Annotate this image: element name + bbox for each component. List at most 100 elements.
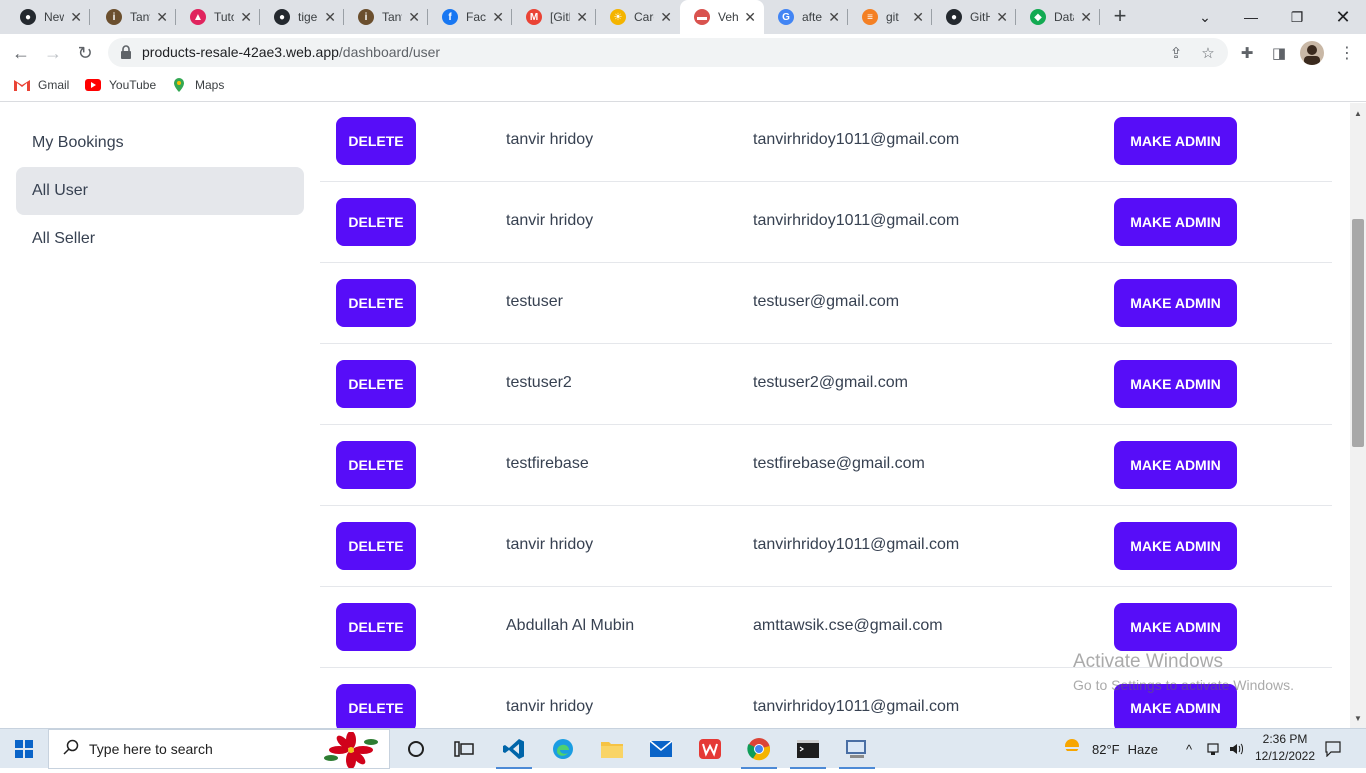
tab-close-icon[interactable]: ✕ [744,9,756,26]
bookmark-star-icon[interactable]: ☆ [1198,43,1218,63]
delete-button[interactable]: DELETE [336,603,416,651]
browser-tab[interactable]: ☀ Care ✕ [596,0,680,34]
delete-button[interactable]: DELETE [336,522,416,570]
tab-close-icon[interactable]: ✕ [828,9,840,26]
tab-title: Tanvir [130,10,150,24]
tab-separator [931,9,932,25]
tab-close-icon[interactable]: ✕ [156,9,168,26]
make-admin-button[interactable]: MAKE ADMIN [1114,441,1237,489]
reload-button[interactable]: ↻ [72,40,98,66]
make-admin-button[interactable]: MAKE ADMIN [1114,279,1237,327]
tab-close-icon[interactable]: ✕ [1080,9,1092,26]
tab-close-icon[interactable]: ✕ [492,9,504,26]
bookmark-maps[interactable]: Maps [171,77,224,93]
tab-title: Care [634,10,654,24]
scroll-up-icon[interactable]: ▲ [1350,105,1366,121]
browser-tab[interactable]: ≡ git ✕ [848,0,932,34]
taskbar-terminal[interactable] [784,729,832,769]
make-admin-button[interactable]: MAKE ADMIN [1114,360,1237,408]
tab-close-icon[interactable]: ✕ [996,9,1008,26]
sidebar-item-all-user[interactable]: All User [16,167,304,215]
make-admin-button[interactable]: MAKE ADMIN [1114,117,1237,165]
taskbar-edge[interactable] [539,729,587,769]
browser-tab[interactable]: ▲ Tutorial ✕ [176,0,260,34]
user-email: tanvirhridoy1011@gmail.com [753,698,960,715]
tab-close-icon[interactable]: ✕ [240,9,252,26]
tab-close-icon[interactable]: ✕ [408,9,420,26]
new-tab-button[interactable]: + [1108,3,1132,28]
sidebar-item-all-seller[interactable]: All Seller [16,215,304,263]
network-icon[interactable] [1202,729,1224,769]
browser-tab[interactable]: f Facebook ✕ [428,0,512,34]
delete-button[interactable]: DELETE [336,441,416,489]
scroll-down-icon[interactable]: ▼ [1350,710,1366,726]
network-computer-icon [846,740,866,758]
forward-button[interactable]: → [40,40,66,66]
avatar[interactable] [1300,41,1324,65]
taskbar-vscode[interactable] [490,729,538,769]
tab-close-icon[interactable]: ✕ [70,9,82,26]
user-email: tanvirhridoy1011@gmail.com [753,536,960,553]
url-text[interactable]: products-resale-42ae3.web.app/dashboard/… [142,44,440,60]
tab-close-icon[interactable]: ✕ [576,9,588,26]
volume-icon[interactable] [1226,729,1248,769]
share-icon[interactable]: ⇪ [1166,43,1186,63]
github-icon: ● [946,9,962,25]
browser-tab[interactable]: i Tanvir ✕ [92,0,176,34]
lock-icon[interactable] [120,45,132,64]
side-panel-icon[interactable]: ◨ [1268,42,1290,64]
start-button[interactable] [0,729,48,769]
chevron-up-icon[interactable]: ^ [1178,729,1200,769]
close-window-button[interactable]: ✕ [1320,0,1366,34]
browser-tab[interactable]: ● tiger ✕ [260,0,344,34]
browser-toolbar: ← → ↻ products-resale-42ae3.web.app/dash… [0,34,1366,71]
watermark-title: Activate Windows [1073,651,1223,672]
notifications-icon[interactable] [1320,729,1346,769]
maximize-button[interactable]: ❐ [1274,0,1320,34]
widgets-button[interactable] [440,729,488,769]
system-clock[interactable]: 2:36 PM 12/12/2022 [1250,731,1320,765]
sidebar-item-my-bookings[interactable]: My Bookings [16,119,304,167]
browser-tab[interactable]: Gafter ✕ [764,0,848,34]
delete-button[interactable]: DELETE [336,279,416,327]
tab-search-button[interactable]: ⌄ [1182,0,1228,34]
extensions-icon[interactable]: ✚ [1236,42,1258,64]
taskbar-network-app[interactable] [833,729,881,769]
address-bar[interactable]: products-resale-42ae3.web.app/dashboard/… [108,38,1228,67]
scrollbar-thumb[interactable] [1352,219,1364,447]
delete-button[interactable]: DELETE [336,117,416,165]
back-button[interactable]: ← [8,40,34,66]
taskbar-chrome[interactable] [735,729,783,769]
page-scrollbar[interactable]: ▲ ▼ [1350,103,1366,728]
tab-close-icon[interactable]: ✕ [660,9,672,26]
taskbar-search[interactable]: Type here to search [48,729,390,769]
tab-close-icon[interactable]: ✕ [912,9,924,26]
car-icon: ▬ [694,9,710,25]
mongodb-icon: ◆ [1030,9,1046,25]
bookmark-youtube[interactable]: YouTube [85,77,156,93]
delete-button[interactable]: DELETE [336,684,416,728]
menu-icon[interactable]: ⋮ [1336,42,1358,64]
weather-widget[interactable]: 82°F Haze [1060,729,1158,769]
browser-tab[interactable]: i Tanvir ✕ [344,0,428,34]
taskbar-wps[interactable] [686,729,734,769]
sun-icon: ☀ [610,9,626,25]
browser-tab[interactable]: ● GitHub ✕ [932,0,1016,34]
browser-tab[interactable]: ◆ Data ✕ [1016,0,1100,34]
tutorial-icon: ▲ [190,9,206,25]
browser-tab[interactable]: M [GitHub] ✕ [512,0,596,34]
bookmark-gmail[interactable]: Gmail [14,77,69,93]
make-admin-button[interactable]: MAKE ADMIN [1114,198,1237,246]
make-admin-button[interactable]: MAKE ADMIN [1114,603,1237,651]
browser-tab[interactable]: ▬ Vehicle ✕ [680,0,764,34]
make-admin-button[interactable]: MAKE ADMIN [1114,522,1237,570]
delete-button[interactable]: DELETE [336,198,416,246]
tab-close-icon[interactable]: ✕ [324,9,336,26]
tab-separator [175,9,176,25]
minimize-button[interactable]: — [1228,0,1274,34]
browser-tab[interactable]: ● New ✕ [6,0,90,34]
task-view-button[interactable] [392,729,440,769]
taskbar-file-explorer[interactable] [588,729,636,769]
delete-button[interactable]: DELETE [336,360,416,408]
taskbar-mail[interactable] [637,729,685,769]
